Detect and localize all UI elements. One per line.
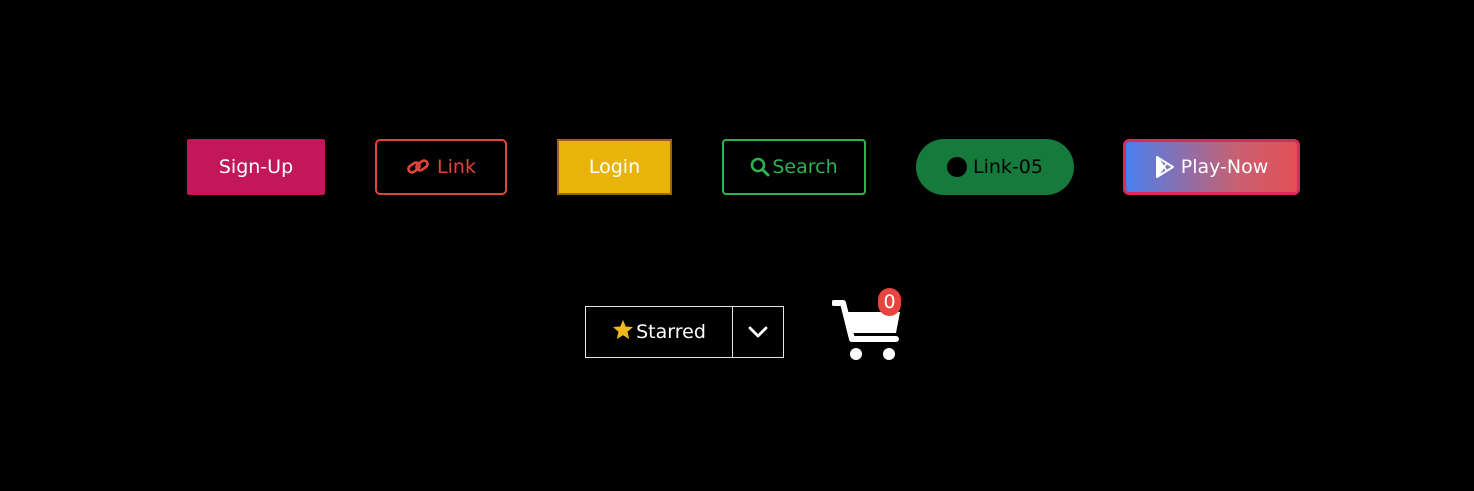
circle-icon <box>947 157 968 177</box>
starred-button[interactable]: Starred <box>586 307 733 357</box>
star-icon <box>612 319 634 345</box>
link-05-label: Link-05 <box>973 156 1043 178</box>
starred-dropdown-toggle[interactable] <box>733 307 783 357</box>
link-icon <box>406 157 430 177</box>
login-label: Login <box>588 156 641 178</box>
link-label: Link <box>437 156 476 178</box>
search-label: Search <box>772 156 838 178</box>
login-button[interactable]: Login <box>557 139 672 195</box>
search-icon <box>750 157 770 177</box>
sign-up-label: Sign-Up <box>218 156 294 178</box>
shopping-cart-icon <box>831 300 906 368</box>
starred-label: Starred <box>636 321 706 343</box>
sign-up-button[interactable]: Sign-Up <box>187 139 325 195</box>
play-now-label: Play-Now <box>1180 156 1269 178</box>
link-button[interactable]: Link <box>375 139 507 195</box>
chevron-down-icon <box>748 323 768 342</box>
starred-split-button: Starred <box>585 306 784 358</box>
link-05-button[interactable]: Link-05 <box>916 139 1074 195</box>
play-now-button[interactable]: Play-Now <box>1123 139 1300 195</box>
button-showcase: Sign-Up Link Login Search Link-05 Play-N… <box>0 0 1474 491</box>
play-store-icon <box>1155 156 1175 178</box>
cart-count: 0 <box>883 291 896 313</box>
cart-count-badge: 0 <box>878 288 901 316</box>
search-button[interactable]: Search <box>722 139 866 195</box>
